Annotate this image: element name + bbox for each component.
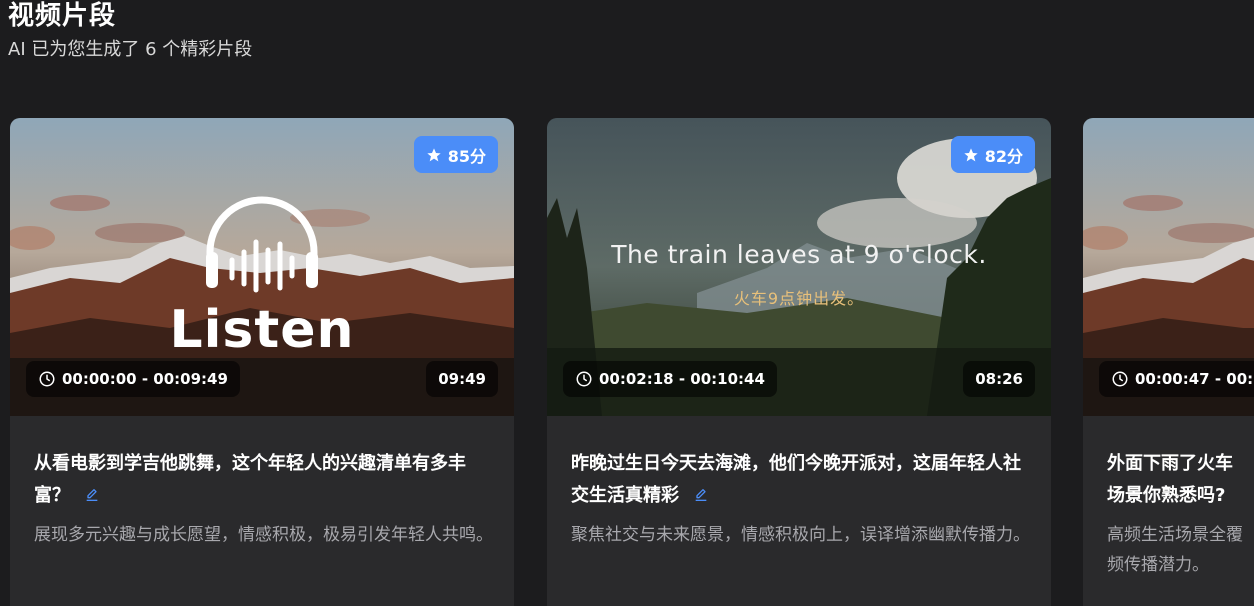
page-header: 视频片段 AI 已为您生成了 6 个精彩片段 bbox=[8, 0, 252, 62]
clip-title-text: 昨晚过生日今天去海滩，他们今晚开派对，这届年轻人社交生活真精彩 bbox=[571, 453, 1021, 506]
caption-chinese: 火车9点钟出发。 bbox=[733, 289, 865, 308]
clip-title-text: 外面下雨了火车 bbox=[1107, 453, 1233, 474]
score-badge: 85分 bbox=[413, 136, 498, 173]
clip-title-text-line2: 场景你熟悉吗? bbox=[1107, 485, 1226, 506]
clock-icon bbox=[1112, 371, 1128, 387]
score-badge: 82分 bbox=[950, 136, 1035, 173]
page-subtitle: AI 已为您生成了 6 个精彩片段 bbox=[8, 39, 253, 60]
star-icon bbox=[427, 147, 441, 161]
time-range-chip: 00:00:00 - 00:09:49 bbox=[26, 361, 240, 397]
time-range: 00:00:47 - 00:1 bbox=[1135, 370, 1254, 388]
clock-icon bbox=[576, 371, 592, 387]
clip-title: 外面下雨了火车 场景你熟悉吗? bbox=[1107, 448, 1254, 512]
clip-thumbnail[interactable]: Listen 85分 00:00:00 - 00:09:49 09:49 bbox=[10, 118, 514, 416]
time-range-chip: 00:02:18 - 00:10:44 bbox=[563, 361, 777, 397]
clip-thumbnail[interactable]: The train leaves at 9 o'clock. 火车9点钟出发。 … bbox=[547, 118, 1051, 416]
time-range: 00:00:00 - 00:09:49 bbox=[62, 370, 228, 388]
clip-description: 展现多元兴趣与成长愿望，情感积极，极易引发年轻人共鸣。 bbox=[34, 525, 493, 545]
star-icon bbox=[964, 147, 978, 161]
clip-description: 高频生活场景全覆 频传播潜力。 bbox=[1107, 520, 1254, 580]
clip-card[interactable]: The train leaves at 9 o'clock. 火车9点钟出发。 … bbox=[547, 118, 1051, 606]
overlay-word: Listen bbox=[169, 300, 355, 360]
clip-card[interactable]: Listen 85分 00:00:00 - 00:09:49 09:49 从看电… bbox=[10, 118, 514, 606]
edit-icon[interactable] bbox=[84, 487, 100, 503]
clip-description: 聚焦社交与未来愿景，情感积极向上，误译增添幽默传播力。 bbox=[571, 525, 1030, 545]
clip-description-line1: 高频生活场景全覆 bbox=[1107, 525, 1243, 545]
clip-card-list: Listen 85分 00:00:00 - 00:09:49 09:49 从看电… bbox=[10, 118, 1254, 606]
score-value: 82分 bbox=[984, 146, 1023, 166]
page-title: 视频片段 bbox=[8, 1, 117, 31]
score-value: 85分 bbox=[447, 146, 486, 166]
duration-chip: 09:49 bbox=[426, 361, 498, 397]
time-range: 00:02:18 - 00:10:44 bbox=[599, 370, 765, 388]
duration: 09:49 bbox=[438, 370, 486, 388]
duration-chip: 08:26 bbox=[963, 361, 1035, 397]
clock-icon bbox=[39, 371, 55, 387]
clip-info: 从看电影到学吉他跳舞，这个年轻人的兴趣清单有多丰富？ 展现多元兴趣与成长愿望，情… bbox=[34, 448, 494, 550]
time-range-chip: 00:00:47 - 00:1 bbox=[1099, 361, 1254, 397]
clip-title: 昨晚过生日今天去海滩，他们今晚开派对，这届年轻人社交生活真精彩 bbox=[571, 448, 1031, 512]
headphones-icon bbox=[206, 196, 318, 293]
clip-info: 昨晚过生日今天去海滩，他们今晚开派对，这届年轻人社交生活真精彩 聚焦社交与未来愿… bbox=[571, 448, 1031, 550]
edit-icon[interactable] bbox=[693, 487, 709, 503]
caption-english: The train leaves at 9 o'clock. bbox=[611, 240, 987, 269]
clip-description-line2: 频传播潜力。 bbox=[1107, 555, 1209, 575]
clip-info: 外面下雨了火车 场景你熟悉吗? 高频生活场景全覆 频传播潜力。 bbox=[1107, 448, 1254, 580]
duration: 08:26 bbox=[975, 370, 1023, 388]
clip-thumbnail[interactable]: 00:00:47 - 00:1 bbox=[1083, 118, 1254, 416]
clip-card[interactable]: 00:00:47 - 00:1 外面下雨了火车 场景你熟悉吗? 高频生活场景全覆… bbox=[1083, 118, 1254, 606]
clip-title: 从看电影到学吉他跳舞，这个年轻人的兴趣清单有多丰富？ bbox=[34, 448, 494, 512]
